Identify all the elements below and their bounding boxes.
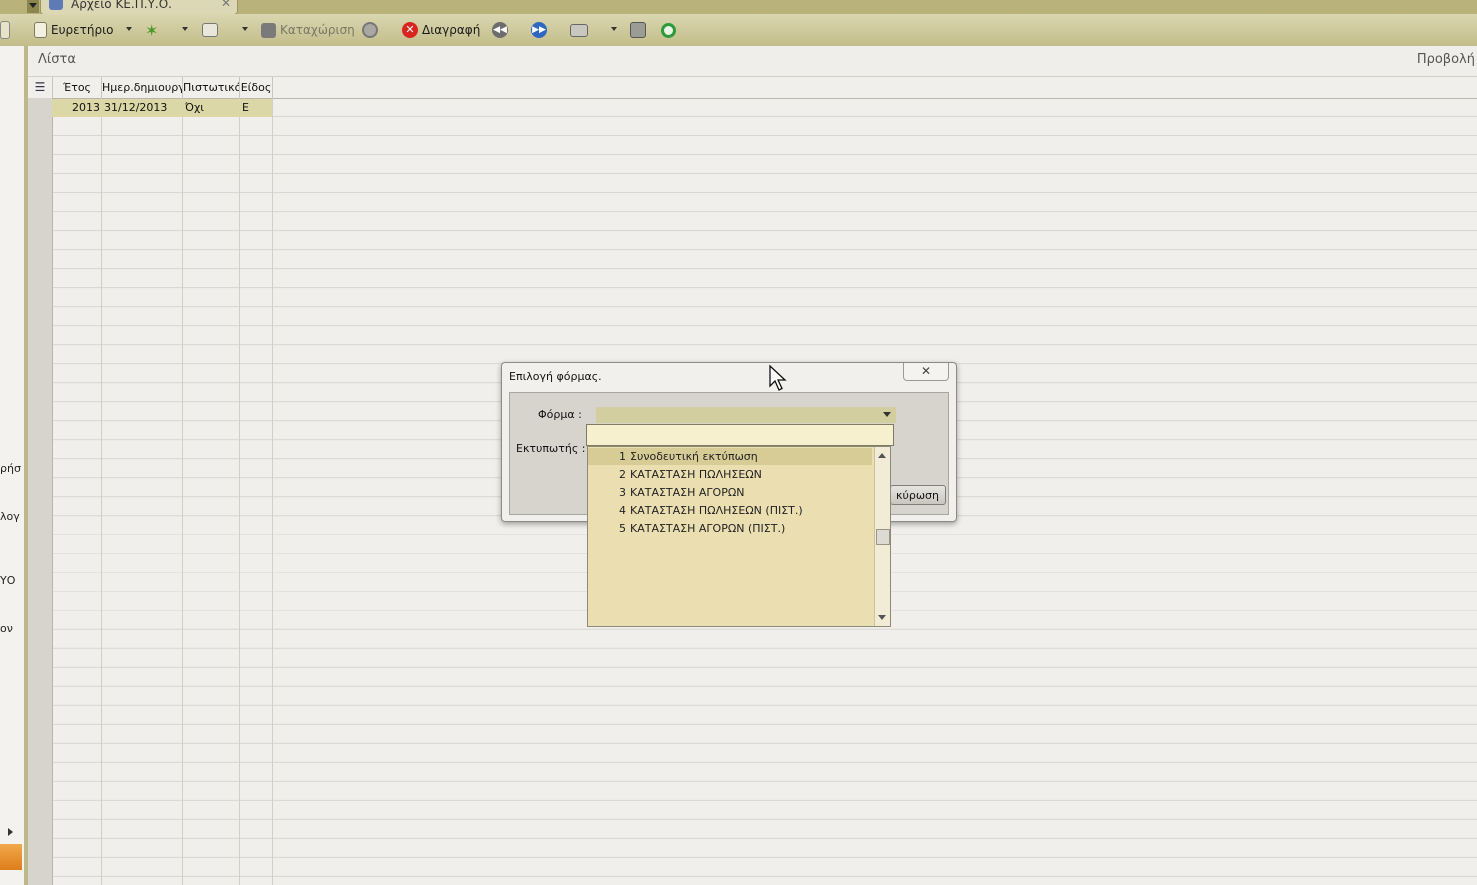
column-header-type[interactable]: Είδος: [240, 77, 273, 98]
document-tab[interactable]: Αρχείο ΚΕ.Π.Υ.Ο. ✕: [40, 0, 238, 15]
scroll-up-icon[interactable]: [878, 449, 886, 458]
section-bar: Λίστα Προβολή: [28, 46, 1477, 77]
column-header-credit[interactable]: Πιστωτικό: [183, 77, 240, 98]
refresh-icon: [362, 22, 378, 38]
form-label: Φόρμα :: [538, 408, 582, 421]
window-menu-dropdown[interactable]: [27, 0, 39, 13]
list-item[interactable]: 3 ΚΑΤΑΣΤΑΣΗ ΑΓΟΡΩΝ: [588, 484, 872, 501]
print-button[interactable]: [570, 21, 588, 39]
column-divider: [239, 98, 240, 885]
list-item-number: 4: [619, 504, 626, 517]
save-button-label: Καταχώριση: [280, 23, 355, 37]
column-header-year[interactable]: Έτος: [53, 77, 102, 98]
list-item[interactable]: 5 ΚΑΤΑΣΤΑΣΗ ΑΓΟΡΩΝ (ΠΙΣΤ.): [588, 520, 872, 537]
form-options-list[interactable]: 1 Συνοδευτική εκτύπωση 2 ΚΑΤΑΣΤΑΣΗ ΠΩΛΗΣ…: [587, 446, 891, 627]
search-button[interactable]: [661, 21, 676, 39]
column-divider: [101, 98, 102, 885]
list-item[interactable]: 4 ΚΑΤΑΣΤΑΣΗ ΠΩΛΗΣΕΩΝ (ΠΙΣΤ.): [588, 502, 872, 519]
side-panel-label[interactable]: ον: [0, 622, 13, 635]
settings-button[interactable]: [630, 21, 646, 39]
previous-icon: ◀◀: [492, 22, 508, 38]
column-divider: [272, 98, 273, 885]
list-item[interactable]: 2 ΚΑΤΑΣΤΑΣΗ ΠΩΛΗΣΕΩΝ: [588, 466, 872, 483]
side-panel-orange-tab[interactable]: [0, 844, 22, 870]
close-tab-icon[interactable]: ✕: [221, 0, 231, 10]
list-item-label: ΚΑΤΑΣΤΑΣΗ ΠΩΛΗΣΕΩΝ: [630, 468, 762, 481]
index-button-label: Ευρετήριο: [51, 23, 114, 37]
grid-header: ☰ Έτος Ημερ.δημιουργ Πιστωτικό Είδος: [28, 77, 1477, 99]
list-item-label: ΚΑΤΑΣΤΑΣΗ ΠΩΛΗΣΕΩΝ (ΠΙΣΤ.): [630, 504, 803, 517]
printer-icon: [570, 23, 588, 37]
refresh-button[interactable]: [362, 21, 378, 39]
chevron-down-icon: [242, 26, 248, 34]
save-button[interactable]: Καταχώριση: [261, 21, 355, 39]
new-dropdown[interactable]: [182, 21, 188, 39]
list-item-label: ΚΑΤΑΣΤΑΣΗ ΑΓΟΡΩΝ (ΠΙΣΤ.): [630, 522, 786, 535]
list-item[interactable]: 1 Συνοδευτική εκτύπωση: [588, 448, 872, 465]
form-search-input[interactable]: [586, 424, 894, 446]
dialog-close-button[interactable]: ✕: [903, 363, 949, 381]
index-button[interactable]: Ευρετήριο: [34, 21, 113, 39]
search-icon: [661, 22, 676, 38]
cell-year[interactable]: 2013: [72, 99, 100, 117]
side-panel-label[interactable]: λογ: [0, 510, 20, 523]
print-dropdown[interactable]: [611, 21, 617, 39]
preview-icon: [202, 23, 218, 37]
form-combobox[interactable]: [596, 407, 896, 423]
index-dropdown[interactable]: [126, 21, 132, 39]
star-icon: ✶: [145, 20, 159, 40]
preview-button[interactable]: [202, 21, 218, 39]
expand-arrow-icon[interactable]: [8, 828, 17, 836]
database-icon: [49, 0, 63, 10]
chevron-down-icon: [126, 26, 132, 34]
side-panel: ρήσ λογ ΥΟ ον: [0, 46, 25, 885]
dialog-title: Επιλογή φόρμας.: [509, 370, 602, 383]
list-label[interactable]: Λίστα: [38, 52, 76, 67]
side-panel-label[interactable]: ρήσ: [0, 462, 21, 475]
cell-date[interactable]: 31/12/2013: [104, 99, 167, 117]
next-button[interactable]: ▶▶: [531, 21, 547, 39]
delete-button-label: Διαγραφή: [422, 23, 481, 37]
printer-label: Εκτυπωτής :: [516, 442, 586, 455]
left-edge-icon: [0, 21, 10, 39]
toolbar: Ευρετήριο ✶ Καταχώριση ✕ Διαγραφή ◀◀ ▶▶: [0, 14, 1477, 47]
list-item-number: 3: [619, 486, 626, 499]
new-button[interactable]: ✶: [145, 20, 159, 40]
list-item-number: 5: [619, 522, 626, 535]
list-item-label: ΚΑΤΑΣΤΑΣΗ ΑΓΟΡΩΝ: [630, 486, 745, 499]
delete-button[interactable]: ✕ Διαγραφή: [402, 21, 480, 39]
chevron-down-icon: [611, 26, 617, 34]
cell-credit[interactable]: Όχι: [185, 99, 204, 117]
list-item-number: 2: [619, 468, 626, 481]
mouse-cursor-icon: [769, 364, 787, 391]
previous-button[interactable]: ◀◀: [492, 21, 508, 39]
columns-icon: ☰: [34, 80, 46, 94]
preview-dropdown[interactable]: [242, 21, 248, 39]
list-item-label: Συνοδευτική εκτύπωση: [630, 450, 758, 463]
list-scrollbar[interactable]: [874, 447, 890, 626]
side-panel-label[interactable]: ΥΟ: [0, 574, 15, 587]
cancel-button[interactable]: κύρωση: [890, 485, 946, 505]
delete-icon: ✕: [402, 22, 418, 38]
index-icon: [34, 22, 47, 38]
settings-icon: [630, 22, 646, 38]
cell-type[interactable]: Ε: [242, 99, 249, 117]
document-tab-title: Αρχείο ΚΕ.Π.Υ.Ο.: [71, 0, 172, 11]
next-icon: ▶▶: [531, 22, 547, 38]
title-bar: Αρχείο ΚΕ.Π.Υ.Ο. ✕: [0, 0, 1477, 15]
chevron-down-icon: [182, 26, 188, 34]
column-divider: [182, 98, 183, 885]
scroll-down-icon[interactable]: [878, 615, 886, 624]
save-icon: [261, 22, 276, 38]
column-header-date[interactable]: Ημερ.δημιουργ: [102, 77, 183, 98]
column-chooser-button[interactable]: ☰: [28, 77, 53, 98]
list-item-number: 1: [619, 450, 626, 463]
scroll-thumb[interactable]: [876, 529, 890, 545]
view-label[interactable]: Προβολή: [1417, 52, 1475, 67]
row-indicator-column: [28, 98, 53, 885]
